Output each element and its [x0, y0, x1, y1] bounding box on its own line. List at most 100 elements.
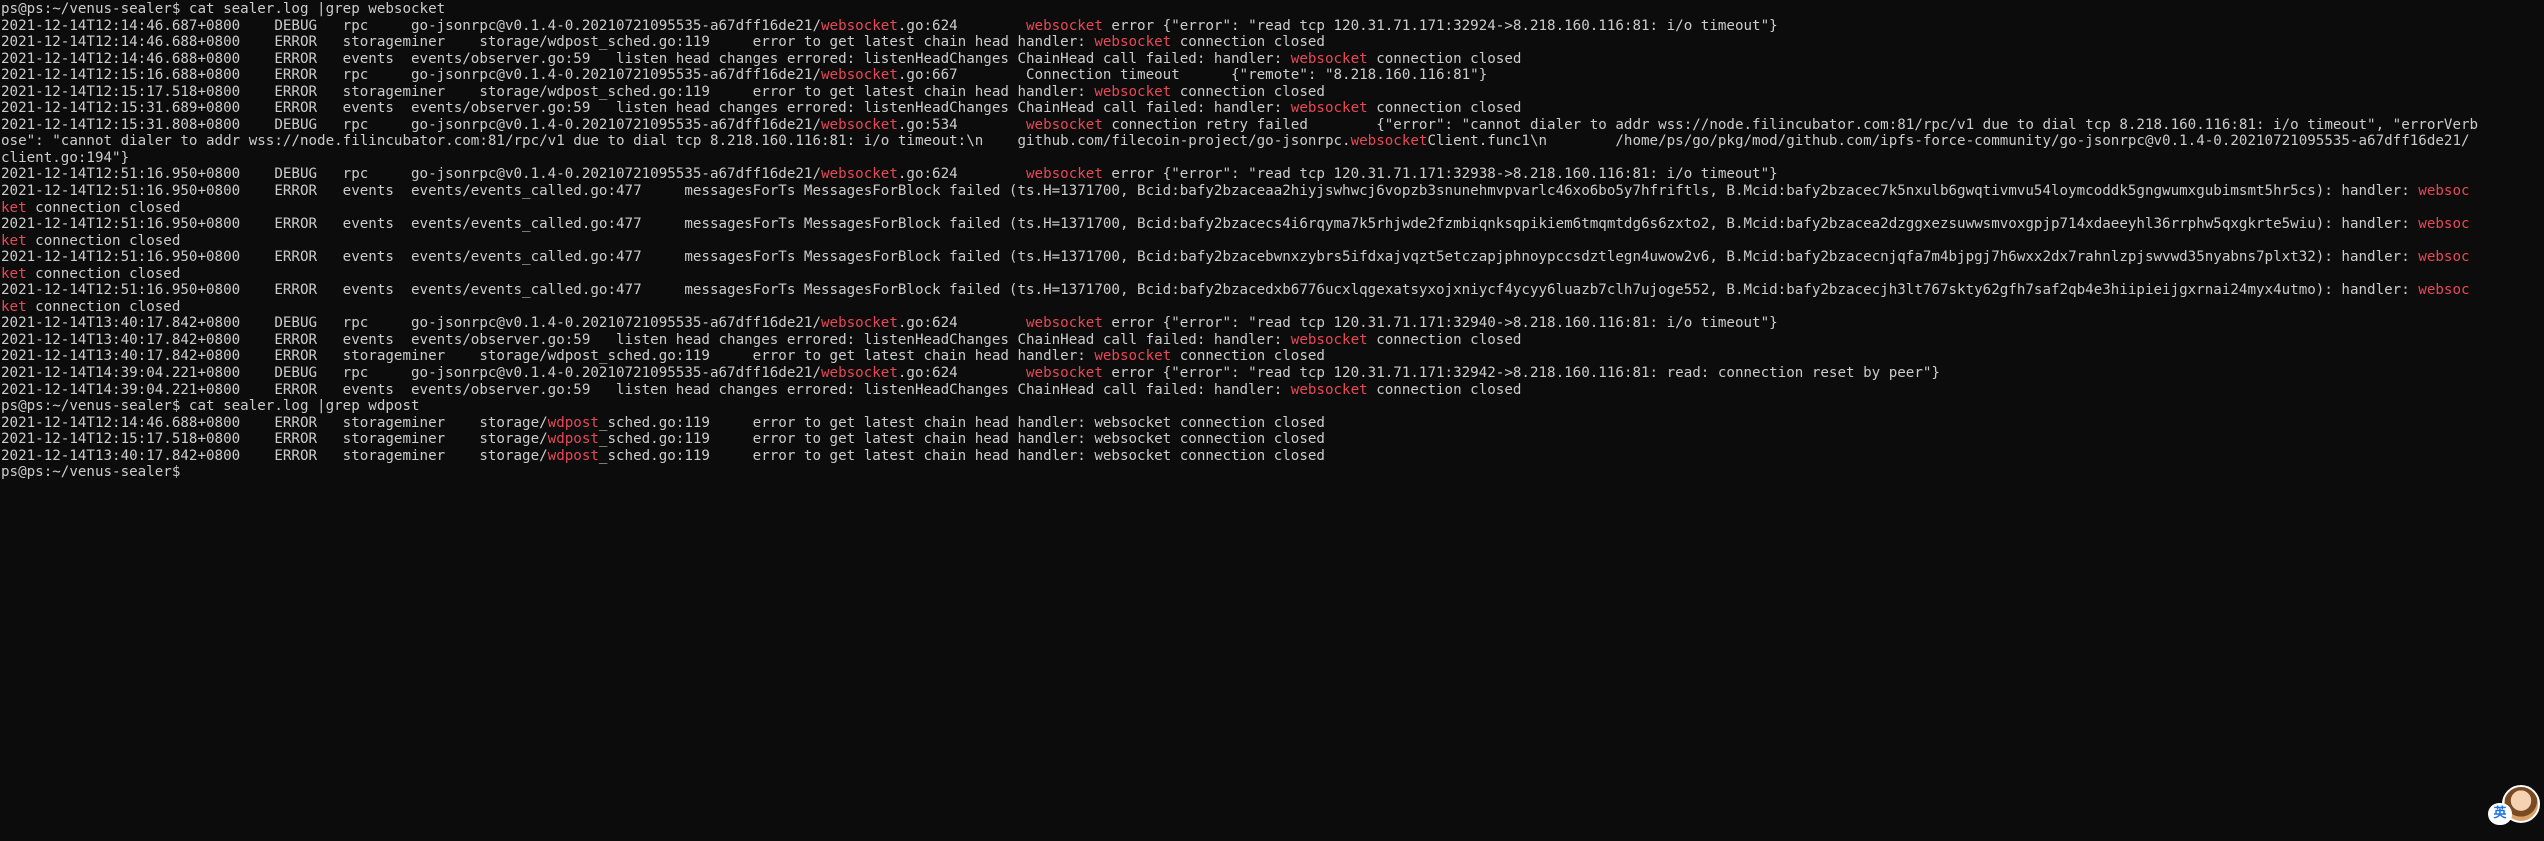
grep-match-highlight: ket: [1, 265, 27, 282]
terminal-text: connection closed: [26, 298, 181, 315]
terminal-text: client.go:194"}: [1, 149, 130, 166]
terminal-text: error {"error": "read tcp 120.31.71.171:…: [1102, 365, 1940, 382]
terminal-text: 2021-12-14T13:40:17.842+0800 ERROR event…: [1, 331, 1291, 348]
terminal-scrollbar[interactable]: [2538, 0, 2544, 541]
terminal-text: Client.func1\n /home/ps/go/pkg/mod/githu…: [1427, 133, 2470, 150]
grep-match-highlight: websocket: [1094, 83, 1172, 100]
terminal-line: ps@ps:~/venus-sealer$: [1, 464, 2539, 481]
grep-match-highlight: ket: [1, 232, 27, 249]
grep-match-highlight: websocket: [821, 365, 898, 382]
terminal-text: ps@ps:~/venus-sealer$: [1, 464, 189, 481]
grep-match-highlight: websoc: [2418, 183, 2470, 200]
grep-match-highlight: websocket: [1290, 381, 1368, 398]
terminal-text: _sched.go:119 error to get latest chain …: [598, 431, 1325, 448]
grep-match-highlight: websocket: [1290, 50, 1368, 67]
grep-match-highlight: wdpost: [547, 414, 599, 431]
terminal-line: 2021-12-14T14:39:04.221+0800 DEBUG rpc g…: [1, 365, 2539, 382]
terminal-text: connection closed: [1171, 348, 1325, 365]
terminal-line: 2021-12-14T12:51:16.950+0800 ERROR event…: [1, 282, 2539, 299]
grep-match-highlight: websocket: [821, 116, 898, 133]
terminal-text: 2021-12-14T13:40:17.842+0800 DEBUG rpc g…: [1, 315, 821, 332]
grep-match-highlight: websocket: [821, 17, 898, 34]
grep-match-highlight: websocket: [821, 67, 898, 84]
terminal-text: connection closed: [1171, 34, 1325, 51]
terminal-text: 2021-12-14T12:51:16.950+0800 ERROR event…: [1, 183, 2419, 200]
terminal-text: 2021-12-14T12:51:16.950+0800 ERROR event…: [1, 216, 2419, 233]
terminal-line: 2021-12-14T12:15:31.689+0800 ERROR event…: [1, 100, 2539, 117]
terminal-line: ps@ps:~/venus-sealer$ cat sealer.log |gr…: [1, 398, 2539, 415]
terminal-text: .go:667 Connection timeout {"remote": "8…: [897, 67, 1488, 84]
grep-match-highlight: websocket: [1026, 166, 1103, 183]
terminal-line: 2021-12-14T13:40:17.842+0800 ERROR stora…: [1, 448, 2539, 465]
terminal-line: 2021-12-14T12:51:16.950+0800 ERROR event…: [1, 216, 2539, 233]
terminal-text: connection closed: [1171, 83, 1325, 100]
terminal-output[interactable]: ps@ps:~/venus-sealer$ cat sealer.log |gr…: [1, 1, 2539, 481]
terminal-text: 2021-12-14T12:15:31.808+0800 DEBUG rpc g…: [1, 116, 821, 133]
terminal-line: 2021-12-14T12:14:46.688+0800 ERROR event…: [1, 51, 2539, 68]
terminal-text: .go:534: [897, 116, 1026, 133]
grep-match-highlight: websocket: [1026, 365, 1103, 382]
terminal-text: 2021-12-14T12:51:16.950+0800 DEBUG rpc g…: [1, 166, 821, 183]
terminal-line: 2021-12-14T12:51:16.950+0800 ERROR event…: [1, 183, 2539, 200]
terminal-text: 2021-12-14T12:14:46.687+0800 DEBUG rpc g…: [1, 17, 821, 34]
ime-language-badge[interactable]: 英: [2488, 803, 2512, 825]
terminal-text: connection retry failed {"error": "canno…: [1102, 116, 2479, 133]
grep-match-highlight: websocket: [1094, 348, 1172, 365]
grep-match-highlight: wdpost: [547, 447, 599, 464]
terminal-text: connection closed: [26, 199, 181, 216]
terminal-text: 2021-12-14T12:15:16.688+0800 ERROR rpc g…: [1, 67, 821, 84]
terminal-line: ps@ps:~/venus-sealer$ cat sealer.log |gr…: [1, 1, 2539, 18]
terminal-text: 2021-12-14T12:15:17.518+0800 ERROR stora…: [1, 431, 548, 448]
grep-match-highlight: websocket: [1290, 100, 1368, 117]
terminal-line: ket connection closed: [1, 299, 2539, 316]
terminal-text: .go:624: [897, 17, 1026, 34]
terminal-text: connection closed: [26, 265, 181, 282]
terminal-text: error {"error": "read tcp 120.31.71.171:…: [1102, 17, 1778, 34]
terminal-text: 2021-12-14T14:39:04.221+0800 ERROR event…: [1, 381, 1291, 398]
terminal-text: _sched.go:119 error to get latest chain …: [598, 414, 1325, 431]
grep-match-highlight: websocket: [1290, 331, 1368, 348]
grep-match-highlight: websocket: [1350, 133, 1428, 150]
terminal-text: connection closed: [1367, 381, 1522, 398]
terminal-line: 2021-12-14T12:51:16.950+0800 ERROR event…: [1, 249, 2539, 266]
grep-match-highlight: wdpost: [547, 431, 599, 448]
grep-match-highlight: websoc: [2418, 216, 2470, 233]
terminal-line: 2021-12-14T12:14:46.688+0800 ERROR stora…: [1, 34, 2539, 51]
terminal-line: 2021-12-14T13:40:17.842+0800 ERROR event…: [1, 332, 2539, 349]
grep-match-highlight: ket: [1, 298, 27, 315]
terminal-text: 2021-12-14T12:15:31.689+0800 ERROR event…: [1, 100, 1291, 117]
grep-match-highlight: websocket: [821, 315, 898, 332]
terminal-line: 2021-12-14T12:15:16.688+0800 ERROR rpc g…: [1, 67, 2539, 84]
terminal-text: 2021-12-14T12:51:16.950+0800 ERROR event…: [1, 282, 2419, 299]
terminal-line: 2021-12-14T12:15:31.808+0800 DEBUG rpc g…: [1, 117, 2539, 134]
terminal-text: error {"error": "read tcp 120.31.71.171:…: [1102, 315, 1778, 332]
terminal-text: connection closed: [1367, 50, 1522, 67]
terminal-line: 2021-12-14T12:51:16.950+0800 DEBUG rpc g…: [1, 166, 2539, 183]
grep-match-highlight: websoc: [2418, 249, 2470, 266]
terminal-text: .go:624: [897, 166, 1026, 183]
input-method-floating-widget[interactable]: 英: [2488, 785, 2540, 841]
terminal-line: 2021-12-14T14:39:04.221+0800 ERROR event…: [1, 382, 2539, 399]
terminal-line: ket connection closed: [1, 266, 2539, 283]
terminal-text: 2021-12-14T12:14:46.688+0800 ERROR stora…: [1, 414, 548, 431]
grep-match-highlight: websocket: [1026, 315, 1103, 332]
terminal-line: ose": "cannot dialer to addr wss://node.…: [1, 133, 2539, 150]
grep-match-highlight: websoc: [2418, 282, 2470, 299]
terminal-text: 2021-12-14T12:51:16.950+0800 ERROR event…: [1, 249, 2419, 266]
terminal-text: error {"error": "read tcp 120.31.71.171:…: [1102, 166, 1778, 183]
terminal-line: 2021-12-14T12:15:17.518+0800 ERROR stora…: [1, 431, 2539, 448]
grep-match-highlight: websocket: [1094, 34, 1172, 51]
terminal-line: ket connection closed: [1, 200, 2539, 217]
terminal-text: ps@ps:~/venus-sealer$ cat sealer.log |gr…: [1, 1, 446, 17]
grep-match-highlight: websocket: [821, 166, 898, 183]
terminal-text: ps@ps:~/venus-sealer$ cat sealer.log |gr…: [1, 398, 420, 415]
terminal-text: 2021-12-14T13:40:17.842+0800 ERROR stora…: [1, 447, 548, 464]
grep-match-highlight: websocket: [1026, 17, 1103, 34]
terminal-line: client.go:194"}: [1, 150, 2539, 167]
terminal-text: .go:624: [897, 315, 1026, 332]
terminal-text: connection closed: [1367, 100, 1522, 117]
terminal-text: ose": "cannot dialer to addr wss://node.…: [1, 133, 1351, 150]
terminal-text: 2021-12-14T13:40:17.842+0800 ERROR stora…: [1, 348, 1095, 365]
grep-match-highlight: websocket: [1026, 116, 1103, 133]
terminal-line: 2021-12-14T12:14:46.687+0800 DEBUG rpc g…: [1, 18, 2539, 35]
